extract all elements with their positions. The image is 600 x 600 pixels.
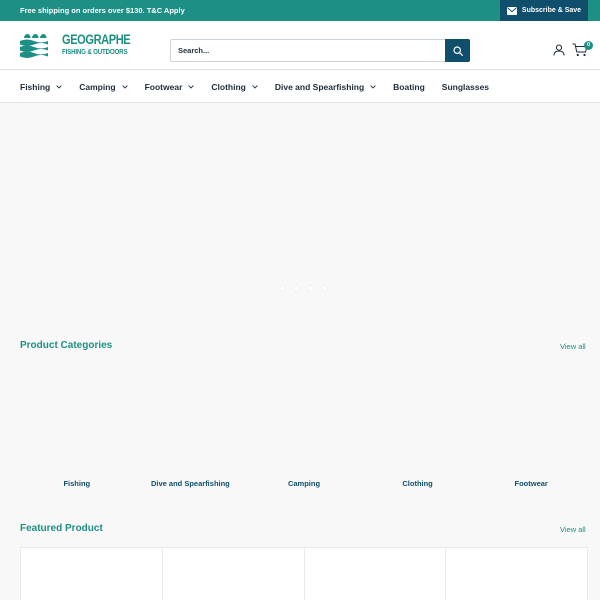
subscribe-button[interactable]: Subscribe & Save xyxy=(500,0,588,21)
logo[interactable]: GEOGRAPHE FISHING & OUTDOORS xyxy=(20,31,131,59)
mail-icon xyxy=(506,6,517,15)
chevron-down-icon xyxy=(252,85,258,89)
account-icon[interactable] xyxy=(553,44,565,56)
logo-line-2: FISHING & OUTDOORS xyxy=(62,46,128,56)
nav-item-label: Footwear xyxy=(144,82,183,92)
product-card[interactable] xyxy=(21,548,163,600)
announcement-text: Free shipping on orders over $130. T&C A… xyxy=(20,6,185,15)
nav-item-label: Sunglasses xyxy=(441,82,490,92)
nav-item-label: Camping xyxy=(79,82,116,92)
search-button[interactable] xyxy=(445,39,470,62)
category-camping[interactable]: Camping xyxy=(247,470,361,492)
featured-title: Featured Product xyxy=(20,523,103,534)
categories-title: Product Categories xyxy=(20,340,113,351)
nav-item-label: Clothing xyxy=(211,82,246,92)
nav-item-label: Boating xyxy=(393,82,425,92)
nav-item-footwear[interactable]: Footwear xyxy=(145,82,195,92)
category-dive-and-spearfishing[interactable]: Dive and Spearfishing xyxy=(134,470,248,492)
subscribe-label: Subscribe & Save xyxy=(521,7,582,14)
slideshow-dots xyxy=(280,286,327,291)
featured-product-grid xyxy=(20,547,588,600)
site-header: GEOGRAPHE FISHING & OUTDOORS xyxy=(0,21,600,70)
nav-item-clothing[interactable]: Clothing xyxy=(211,82,258,92)
cart-count-badge: 0 xyxy=(584,41,593,50)
categories-view-all-link[interactable]: View all xyxy=(560,342,586,351)
search-input[interactable] xyxy=(171,40,447,61)
waves-logo-icon xyxy=(20,34,48,58)
chevron-down-icon xyxy=(370,85,376,89)
announcement-bar: Free shipping on orders over $130. T&C A… xyxy=(0,0,600,21)
product-card[interactable] xyxy=(163,548,305,600)
search-icon xyxy=(452,45,463,56)
nav-item-label: Fishing xyxy=(20,82,51,92)
logo-line-1: GEOGRAPHE xyxy=(62,32,131,47)
nav-item-label: Dive and Spearfishing xyxy=(274,82,365,92)
chevron-down-icon xyxy=(56,85,62,89)
nav-item-boating[interactable]: Boating xyxy=(393,82,425,92)
product-card[interactable] xyxy=(446,548,587,600)
nav-item-dive-and-spearfishing[interactable]: Dive and Spearfishing xyxy=(275,82,376,92)
featured-view-all-link[interactable]: View all xyxy=(560,525,586,534)
search-bar xyxy=(170,39,470,62)
nav-item-sunglasses[interactable]: Sunglasses xyxy=(442,82,489,92)
category-clothing[interactable]: Clothing xyxy=(361,470,475,492)
slide-dot-4[interactable] xyxy=(322,286,327,291)
hero-slideshow[interactable] xyxy=(0,104,600,310)
nav-item-camping[interactable]: Camping xyxy=(79,82,128,92)
chevron-down-icon xyxy=(188,85,195,89)
category-footwear[interactable]: Footwear xyxy=(474,470,588,492)
main-nav: Fishing Camping Footwear Clothing Dive a… xyxy=(0,71,600,103)
chevron-down-icon xyxy=(121,85,128,89)
category-list: Fishing Dive and Spearfishing Camping Cl… xyxy=(20,470,588,492)
slide-dot-3[interactable] xyxy=(308,286,313,291)
slide-dot-2[interactable] xyxy=(294,286,299,291)
slide-dot-1[interactable] xyxy=(280,286,285,291)
nav-item-fishing[interactable]: Fishing xyxy=(20,82,62,92)
category-fishing[interactable]: Fishing xyxy=(20,470,134,492)
product-card[interactable] xyxy=(305,548,447,600)
logo-wordmark: GEOGRAPHE FISHING & OUTDOORS xyxy=(62,33,145,55)
